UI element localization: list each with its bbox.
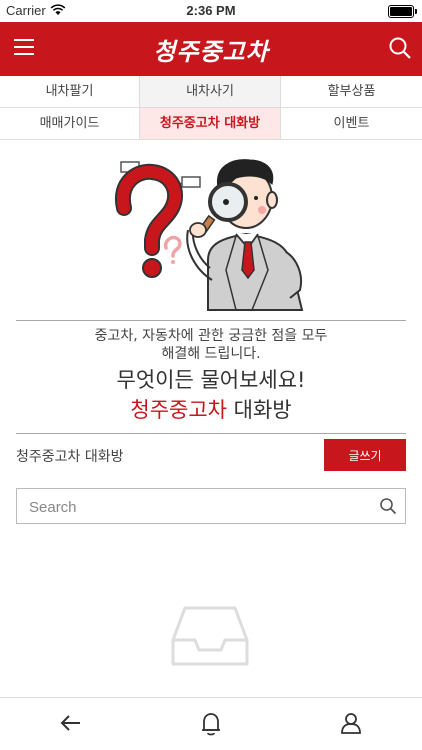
app-title[interactable]: 청주중고차 (0, 32, 422, 67)
search-icon[interactable] (379, 497, 397, 515)
headline-2: 청주중고차 대화방 (0, 397, 422, 423)
user-icon[interactable] (340, 712, 362, 734)
question-man-illustration (114, 159, 304, 311)
status-bar: Carrier 2:36 PM (0, 0, 422, 22)
search-icon[interactable] (388, 36, 412, 60)
tab-sell-car[interactable]: 내차팔기 (0, 76, 140, 108)
tab-trade-guide[interactable]: 매매가이드 (0, 108, 140, 140)
search-box (16, 488, 406, 525)
headline-brand: 청주중고차 (130, 398, 227, 422)
bottom-toolbar (0, 697, 422, 750)
headline-1: 무엇이든 물어보세요! (116, 368, 306, 392)
hero-illustration (0, 140, 422, 320)
tab-chat-room[interactable]: 청주중고차 대화방 (140, 108, 281, 140)
tab-buy-car[interactable]: 내차사기 (140, 76, 281, 108)
tab-event[interactable]: 이벤트 (281, 108, 422, 140)
tab-installment[interactable]: 할부상품 (281, 76, 422, 108)
board-title: 청주중고차 대화방 (16, 449, 124, 465)
board-header: 청주중고차 대화방 글쓰기 (16, 433, 406, 476)
clock: 2:36 PM (186, 3, 236, 18)
empty-inbox-icon (171, 606, 249, 666)
back-arrow-icon[interactable] (60, 712, 82, 734)
intro-line-2: 해결해 드립니다. (161, 346, 261, 362)
intro-section: 중고차, 자동차에 관한 궁금한 점을 모두 해결해 드립니다. 무엇이든 물어… (0, 321, 422, 423)
intro-line-1: 중고차, 자동차에 관한 궁금한 점을 모두 (94, 328, 328, 344)
headline-rest: 대화방 (226, 398, 292, 422)
bell-icon[interactable] (200, 712, 222, 736)
nav-tabs: 내차팔기 내차사기 할부상품 매매가이드 청주중고차 대화방 이벤트 (0, 76, 422, 140)
app-header: 청주중고차 (0, 22, 422, 76)
battery-icon (388, 5, 414, 18)
search-input[interactable] (17, 489, 371, 525)
write-button[interactable]: 글쓰기 (324, 439, 406, 471)
